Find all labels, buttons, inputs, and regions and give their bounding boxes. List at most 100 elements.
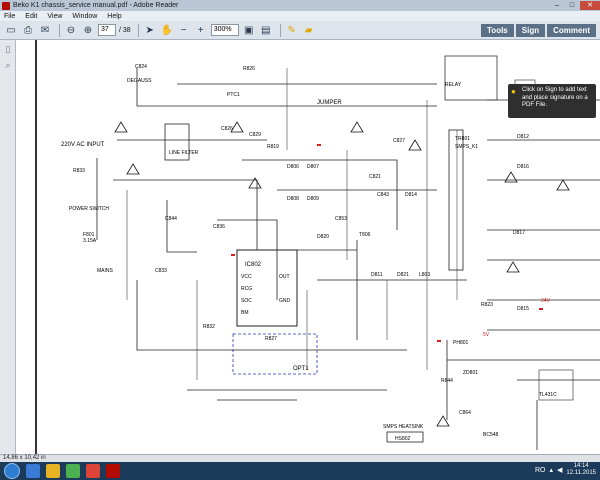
label-c853: C853 xyxy=(335,216,347,222)
file-explorer-icon[interactable] xyxy=(46,464,60,478)
language-indicator[interactable]: RO xyxy=(535,467,546,474)
page-size: 14,86 x 10,42 in xyxy=(3,455,46,461)
label-d812: D812 xyxy=(517,134,529,140)
start-button[interactable] xyxy=(4,463,20,479)
zoom-in-icon[interactable]: + xyxy=(194,23,208,37)
label-ptc: PTC1 xyxy=(227,92,240,98)
open-file-icon[interactable]: ▭ xyxy=(4,23,18,37)
label-c821: C821 xyxy=(369,174,381,180)
tools-button[interactable]: Tools xyxy=(481,24,514,37)
print-icon[interactable]: ⎙ xyxy=(21,23,35,37)
sign-tooltip: ● Click on Sign to add text and place si… xyxy=(508,84,596,118)
label-d821: D821 xyxy=(397,272,409,278)
label-d816: D816 xyxy=(517,164,529,170)
label-jumper: JUMPER xyxy=(317,100,342,106)
email-icon[interactable]: ✉ xyxy=(38,23,52,37)
label-rcg: RCG xyxy=(241,286,252,292)
label-d808: D808 xyxy=(287,196,299,202)
menu-file[interactable]: File xyxy=(4,13,15,20)
label-c833: C833 xyxy=(155,268,167,274)
label-hs802: HS802 xyxy=(395,436,411,442)
menu-view[interactable]: View xyxy=(47,13,62,20)
window-title: Beko K1 chassis_service manual.pdf - Ado… xyxy=(13,2,179,9)
label-24v: 24V xyxy=(541,298,551,304)
label-mains: MAINS xyxy=(97,268,114,274)
label-zd801: ZD801 xyxy=(463,370,478,376)
label-r827: R827 xyxy=(265,336,277,342)
label-degauss: DEGAUSS xyxy=(127,78,152,84)
clock-date: 12.11.2015 xyxy=(566,470,596,476)
hand-tool-icon[interactable]: ✋ xyxy=(160,23,174,37)
label-ac-input: 220V AC INPUT xyxy=(61,142,105,148)
label-tl431: TL431C xyxy=(539,392,557,398)
label-d809: D809 xyxy=(307,196,319,202)
label-bc548: BC548 xyxy=(483,432,499,438)
label-d807: D807 xyxy=(307,164,319,170)
lightbulb-icon: ● xyxy=(511,87,516,96)
internet-explorer-icon[interactable] xyxy=(26,464,40,478)
label-gnd: GND xyxy=(279,298,291,304)
comment-note-icon[interactable]: ✎ xyxy=(285,23,299,37)
clock[interactable]: 14:14 12.11.2015 xyxy=(566,463,596,477)
label-out: OUT xyxy=(279,274,290,280)
label-smps-k1: SMPS_K1 xyxy=(455,144,478,150)
document-area[interactable]: C824 DEGAUSS PTC1 R826 JUMPER 220V AC IN… xyxy=(17,40,600,454)
media-player-icon[interactable] xyxy=(66,464,80,478)
label-d811: D811 xyxy=(371,272,383,278)
adobe-reader-icon xyxy=(2,1,10,10)
fit-page-icon[interactable]: ▣ xyxy=(242,23,256,37)
label-ic802: IC802 xyxy=(245,262,262,268)
page-thumbnails-icon[interactable]: ▯ xyxy=(2,44,14,56)
toolbar-separator xyxy=(59,23,60,37)
next-page-icon[interactable]: ⊕ xyxy=(81,23,95,37)
label-c843: C843 xyxy=(377,192,389,198)
maximize-button[interactable]: □ xyxy=(565,1,579,10)
label-vcc: VCC xyxy=(241,274,252,280)
tooltip-text: Click on Sign to add text and place sign… xyxy=(522,87,588,108)
label-soc: SOC xyxy=(241,298,252,304)
label-r832: R832 xyxy=(203,324,215,330)
label-r826: R826 xyxy=(243,66,255,72)
menu-help[interactable]: Help xyxy=(107,13,121,20)
label-d817: D817 xyxy=(513,230,525,236)
label-c864: C864 xyxy=(459,410,471,416)
highlight-icon[interactable]: ▰ xyxy=(302,23,316,37)
zoom-input[interactable]: 300% xyxy=(210,24,239,36)
label-d806: D806 xyxy=(287,164,299,170)
clock-time: 14:14 xyxy=(573,463,589,469)
toolbar-separator xyxy=(279,23,281,37)
label-fuse-value: 3.15A xyxy=(83,238,97,244)
label-d815: D815 xyxy=(517,306,529,312)
toolbar-separator xyxy=(137,23,139,37)
system-tray: RO ▴ ◀ 14:14 12.11.2015 xyxy=(535,463,596,477)
comment-button[interactable]: Comment xyxy=(547,24,596,37)
page-number-input[interactable]: 37 xyxy=(98,24,116,36)
network-icon[interactable]: ▴ xyxy=(550,466,554,474)
label-bm: BM xyxy=(241,310,249,316)
attachments-icon[interactable]: ⌕ xyxy=(2,60,14,72)
label-d814: D814 xyxy=(405,192,417,198)
label-r844: R844 xyxy=(441,378,453,384)
taskbar: RO ▴ ◀ 14:14 12.11.2015 xyxy=(0,462,600,480)
label-ph801: PH801 xyxy=(453,340,469,346)
select-arrow-icon[interactable]: ➤ xyxy=(143,23,157,37)
sign-button[interactable]: Sign xyxy=(515,24,546,37)
fit-width-icon[interactable]: ▤ xyxy=(259,23,273,37)
chrome-icon[interactable] xyxy=(86,464,100,478)
label-5v: 5V xyxy=(483,332,490,338)
label-c827: C827 xyxy=(393,138,405,144)
label-t806: T806 xyxy=(359,232,371,238)
menu-edit[interactable]: Edit xyxy=(25,13,37,20)
zoom-out-icon[interactable]: − xyxy=(177,23,191,37)
previous-page-icon[interactable]: ⊖ xyxy=(64,23,78,37)
label-r833: R833 xyxy=(73,168,85,174)
adobe-reader-taskbar-icon[interactable] xyxy=(106,464,120,478)
page-total: / 38 xyxy=(119,26,131,34)
volume-icon[interactable]: ◀ xyxy=(557,466,562,474)
toolbar-right-links: Tools Sign Comment xyxy=(479,24,596,37)
close-button[interactable]: ✕ xyxy=(580,1,600,10)
menu-window[interactable]: Window xyxy=(72,13,97,20)
menu-bar: File Edit View Window Help xyxy=(0,11,600,21)
label-c836: C836 xyxy=(213,224,225,230)
minimize-button[interactable]: – xyxy=(550,1,564,10)
